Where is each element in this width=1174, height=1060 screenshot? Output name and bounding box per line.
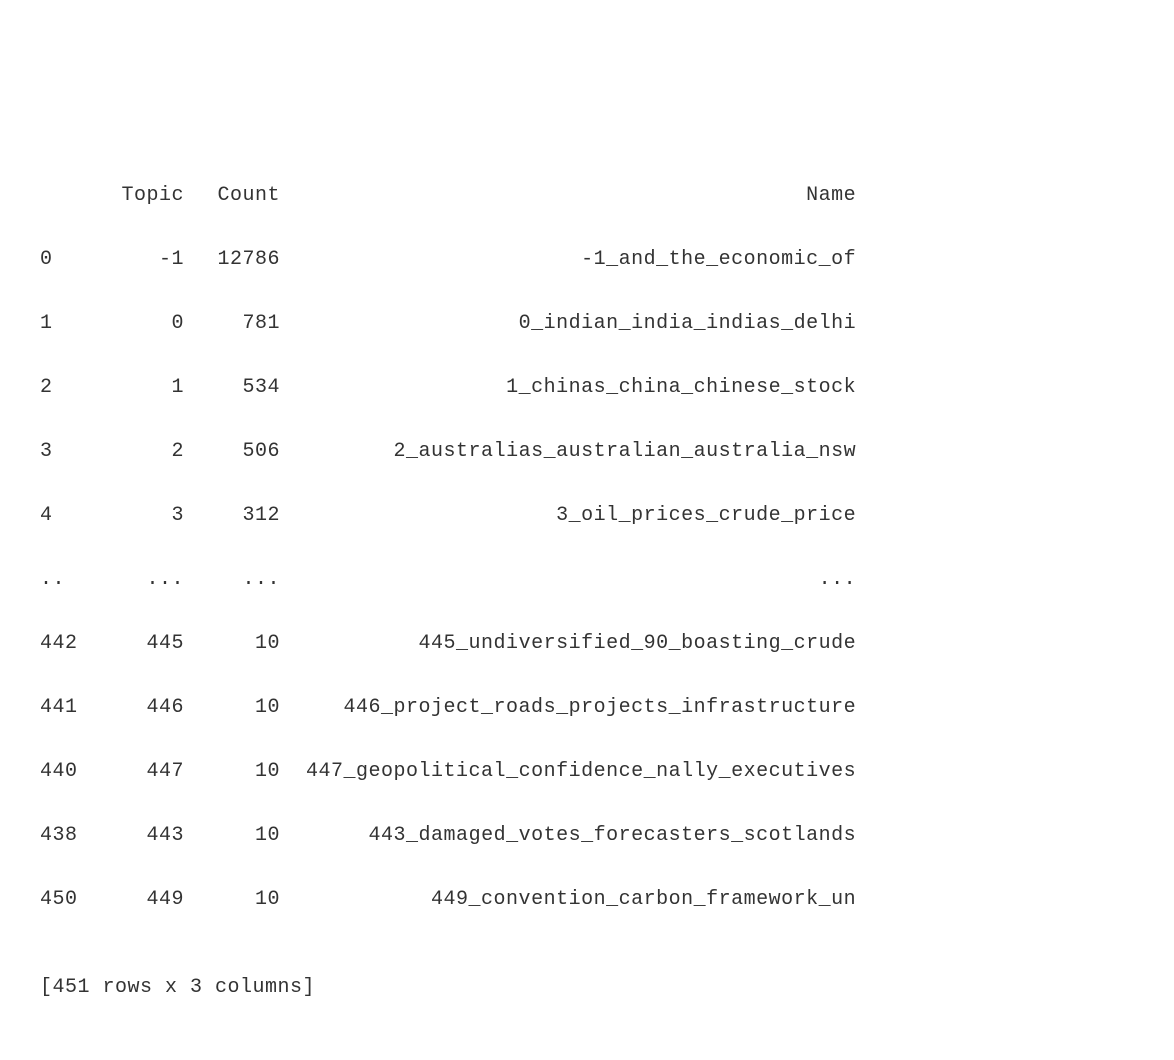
cell-name: 2_australias_australian_australia_nsw [280, 436, 856, 468]
cell-count: 12786 [184, 244, 280, 276]
row-index: 450 [40, 884, 88, 916]
cell-count: 10 [184, 884, 280, 916]
ellipsis-name: ... [280, 564, 856, 596]
header-row: TopicCountName [40, 180, 1134, 212]
row-index: 1 [40, 308, 88, 340]
summary-line: [451 rows x 3 columns] [40, 972, 1134, 1004]
cell-topic: 446 [88, 692, 184, 724]
cell-name: 449_convention_carbon_framework_un [280, 884, 856, 916]
cell-count: 781 [184, 308, 280, 340]
table-row: 0-112786-1_and_the_economic_of [40, 244, 1134, 276]
table-row: 107810_indian_india_indias_delhi [40, 308, 1134, 340]
row-index: 0 [40, 244, 88, 276]
cell-topic: 443 [88, 820, 184, 852]
cell-name: 0_indian_india_indias_delhi [280, 308, 856, 340]
ellipsis-index: .. [40, 564, 88, 596]
row-index: 4 [40, 500, 88, 532]
table-row: 45044910449_convention_carbon_framework_… [40, 884, 1134, 916]
header-topic: Topic [88, 180, 184, 212]
table-row: 325062_australias_australian_australia_n… [40, 436, 1134, 468]
cell-name: -1_and_the_economic_of [280, 244, 856, 276]
cell-count: 10 [184, 692, 280, 724]
cell-name: 446_project_roads_projects_infrastructur… [280, 692, 856, 724]
row-index: 441 [40, 692, 88, 724]
table-row: 43844310443_damaged_votes_forecasters_sc… [40, 820, 1134, 852]
row-index: 2 [40, 372, 88, 404]
cell-topic: 2 [88, 436, 184, 468]
cell-topic: 1 [88, 372, 184, 404]
cell-topic: 447 [88, 756, 184, 788]
cell-topic: 0 [88, 308, 184, 340]
cell-name: 3_oil_prices_crude_price [280, 500, 856, 532]
ellipsis-topic: ... [88, 564, 184, 596]
row-index: 440 [40, 756, 88, 788]
table-row: 44244510445_undiversified_90_boasting_cr… [40, 628, 1134, 660]
table-row: 44144610446_project_roads_projects_infra… [40, 692, 1134, 724]
cell-topic: 3 [88, 500, 184, 532]
row-index: 3 [40, 436, 88, 468]
cell-topic: 449 [88, 884, 184, 916]
cell-count: 534 [184, 372, 280, 404]
row-index: 442 [40, 628, 88, 660]
cell-count: 506 [184, 436, 280, 468]
cell-count: 10 [184, 820, 280, 852]
dataframe-output: TopicCountName 0-112786-1_and_the_econom… [40, 148, 1134, 1036]
table-row: 433123_oil_prices_crude_price [40, 500, 1134, 532]
row-index: 438 [40, 820, 88, 852]
cell-count: 10 [184, 756, 280, 788]
table-row: 215341_chinas_china_chinese_stock [40, 372, 1134, 404]
cell-name: 445_undiversified_90_boasting_crude [280, 628, 856, 660]
cell-topic: 445 [88, 628, 184, 660]
cell-topic: -1 [88, 244, 184, 276]
header-count: Count [184, 180, 280, 212]
table-row: 44044710447_geopolitical_confidence_nall… [40, 756, 1134, 788]
header-name: Name [280, 180, 856, 212]
cell-name: 447_geopolitical_confidence_nally_execut… [280, 756, 856, 788]
ellipsis-row: ........... [40, 564, 1134, 596]
ellipsis-count: ... [184, 564, 280, 596]
cell-count: 312 [184, 500, 280, 532]
cell-name: 1_chinas_china_chinese_stock [280, 372, 856, 404]
cell-count: 10 [184, 628, 280, 660]
cell-name: 443_damaged_votes_forecasters_scotlands [280, 820, 856, 852]
